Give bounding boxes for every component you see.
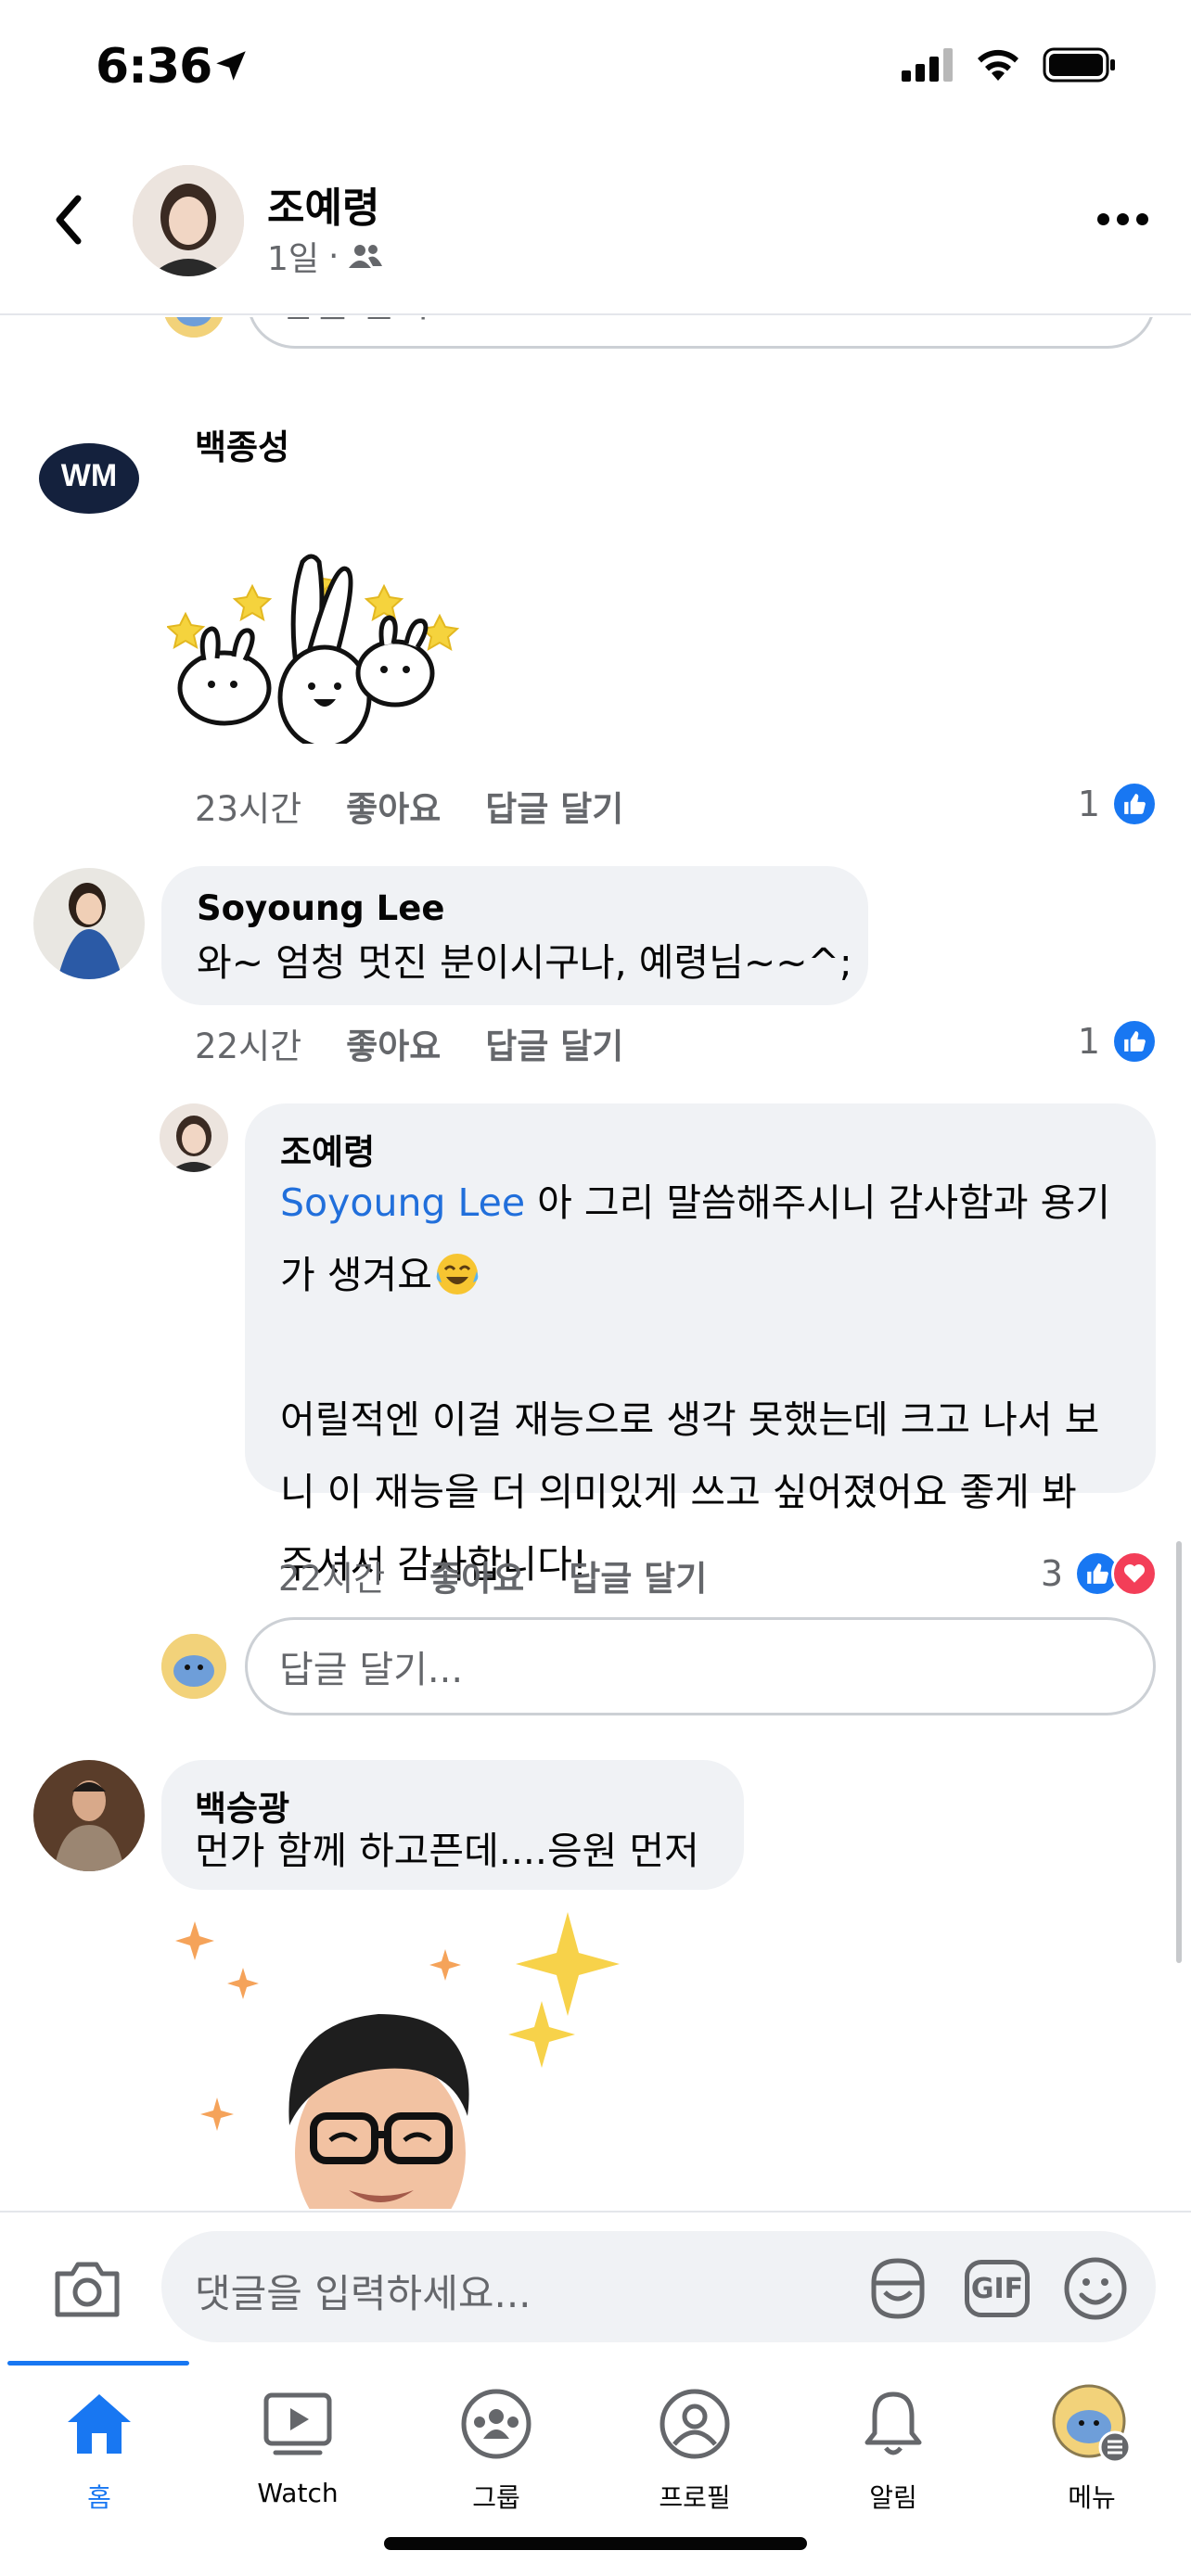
reply-author-avatar[interactable] (160, 1103, 228, 1172)
gif-icon[interactable]: GIF (965, 2260, 1030, 2317)
reaction-summary[interactable]: 3 (1041, 1550, 1158, 1597)
location-arrow-icon (216, 51, 246, 81)
comment-text: 먼가 함께 하고픈데....응원 먼저 (195, 1829, 699, 1873)
reply-bubble: 조예령 Soyoung Lee 아 그리 말씀해주시니 감사함과 용기 가 생겨… (245, 1103, 1156, 1587)
reaction-count: 1 (1077, 1021, 1100, 1062)
bunny-sticker-image (167, 554, 460, 744)
status-time: 6:36 (96, 39, 212, 95)
comment-bubble: Soyoung Lee 와~ 엄청 멋진 분이시구나, 예령님~~^; (161, 866, 868, 1005)
tab-menu[interactable]: 메뉴 (992, 2379, 1191, 2528)
comment-composer: 댓글을 입력하세요... GIF (0, 2211, 1191, 2361)
svg-text:WM: WM (61, 458, 117, 493)
status-bar: 6:36 (0, 0, 1191, 139)
author-avatar[interactable] (133, 165, 244, 276)
post-header: 조예령 1일 · (0, 139, 1191, 315)
tab-home[interactable]: 홈 (0, 2379, 198, 2528)
reply-time: 22시간 (278, 1559, 386, 1599)
reply-button[interactable]: 답글 달기 (485, 781, 623, 831)
groups-icon (461, 2389, 531, 2459)
comment-actions: 22시간 좋아요 답글 달기 (195, 1018, 668, 1068)
comment-input-placeholder: 댓글을 입력하세요... (195, 2271, 531, 2316)
tab-label: 메뉴 (1068, 2482, 1116, 2513)
tab-profile[interactable]: 프로필 (596, 2379, 794, 2528)
reply-button[interactable]: 답글 달기 (485, 1018, 623, 1068)
commenter-name[interactable]: 백종성 (195, 419, 289, 469)
like-reaction-icon (1111, 1018, 1158, 1065)
tab-notifications[interactable]: 알림 (794, 2379, 992, 2528)
author-name[interactable]: 조예령 (267, 174, 379, 234)
tab-label: Watch (257, 2478, 339, 2508)
commenter-name[interactable]: Soyoung Lee (197, 888, 444, 928)
reaction-summary[interactable]: 1 (1078, 1018, 1158, 1065)
friends-audience-icon (349, 245, 383, 268)
current-user-avatar (161, 1634, 226, 1699)
current-user-avatar (163, 317, 224, 338)
watch-icon (263, 2392, 332, 2455)
tears-of-joy-emoji-icon (436, 1254, 479, 1294)
tab-label: 홈 (87, 2482, 111, 2513)
home-indicator[interactable] (384, 2537, 807, 2550)
home-icon (68, 2394, 131, 2454)
reaction-count: 1 (1077, 784, 1100, 824)
meta-separator: · (328, 236, 339, 275)
more-options-icon[interactable] (1097, 213, 1148, 225)
active-tab-indicator (7, 2361, 189, 2366)
profile-icon (660, 2389, 730, 2459)
back-chevron-icon[interactable] (45, 187, 91, 252)
comments-feed: 답글 달기... WM 백종성 (0, 317, 1191, 2209)
tab-label: 프로필 (659, 2482, 731, 2513)
tab-watch[interactable]: Watch (198, 2379, 397, 2528)
commenter-avatar[interactable] (33, 1760, 145, 1871)
scroll-indicator[interactable] (1176, 1541, 1182, 1963)
cellular-signal-icon (902, 48, 953, 82)
comment-bubble: 백승광 먼가 함께 하고픈데....응원 먼저 (161, 1760, 744, 1890)
battery-icon (1043, 47, 1115, 83)
comment-time: 23시간 (195, 789, 302, 829)
commenter-name[interactable]: 백승광 (195, 1780, 289, 1830)
comment-actions: 23시간 좋아요 답글 달기 (195, 781, 668, 831)
reaction-summary[interactable]: 1 (1078, 781, 1158, 827)
tab-label: 그룹 (472, 2482, 520, 2513)
mention-link[interactable]: Soyoung Lee (280, 1180, 525, 1225)
reaction-count: 3 (1040, 1553, 1063, 1594)
comment-time: 22시간 (195, 1027, 302, 1066)
comment-input[interactable]: 댓글을 입력하세요... GIF (161, 2231, 1156, 2342)
reply-text: Soyoung Lee 아 그리 말씀해주시니 감사함과 용기 가 생겨요 어릴… (280, 1180, 1111, 1587)
bell-icon (864, 2391, 922, 2455)
sticker-icon[interactable] (864, 2255, 931, 2322)
post-age: 1일 (267, 240, 320, 278)
emoji-icon[interactable] (1063, 2256, 1128, 2321)
reply-actions: 22시간 좋아요 답글 달기 (278, 1550, 751, 1600)
commenter-avatar[interactable]: WM (37, 427, 141, 530)
like-button[interactable]: 좋아요 (346, 1018, 441, 1068)
reply-input[interactable]: 답글 달기... (245, 1617, 1156, 1715)
like-button[interactable]: 좋아요 (346, 781, 441, 831)
menu-avatar-icon (1052, 2384, 1132, 2464)
post-meta: 1일 · (267, 232, 383, 280)
reply-input-top[interactable]: 답글 달기... (247, 317, 1156, 349)
avatar-sticker-image (175, 1912, 620, 2209)
like-button[interactable]: 좋아요 (429, 1550, 524, 1600)
reply-button[interactable]: 답글 달기 (569, 1550, 707, 1600)
commenter-avatar[interactable] (33, 868, 145, 979)
love-reaction-icon (1111, 1550, 1158, 1597)
tab-label: 알림 (869, 2482, 917, 2513)
comment-text: 와~ 엄청 멋진 분이시구나, 예령님~~^; (197, 940, 852, 985)
wifi-icon (978, 49, 1018, 81)
tab-groups[interactable]: 그룹 (397, 2379, 596, 2528)
like-reaction-icon (1111, 781, 1158, 827)
camera-icon[interactable] (52, 2259, 122, 2318)
